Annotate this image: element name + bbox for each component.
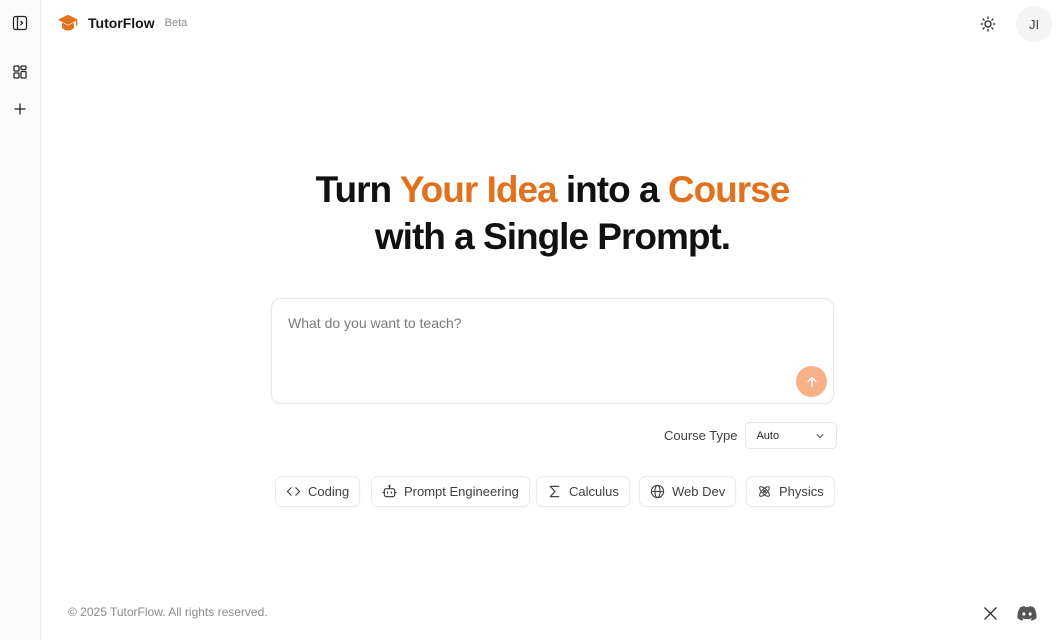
sidebar-toggle-button[interactable]	[8, 11, 32, 35]
course-type-label: Course Type	[664, 428, 738, 443]
atom-icon	[759, 486, 770, 497]
chip-label: Web Dev	[672, 484, 726, 499]
arrow-up-icon	[806, 376, 817, 387]
discord-link[interactable]	[1016, 603, 1038, 623]
globe-icon	[650, 484, 665, 499]
theme-toggle-button[interactable]	[976, 12, 1000, 36]
x-logo-icon	[983, 606, 997, 620]
app-name: TutorFlow	[88, 15, 155, 31]
suggestion-chips: Coding Prompt Engineering Calculus Web D…	[0, 476, 1064, 508]
sigma-icon	[549, 485, 560, 498]
grid-icon	[13, 65, 27, 79]
chip-label: Calculus	[569, 484, 619, 499]
course-type-select[interactable]: Auto	[745, 422, 838, 449]
hero-headline: Turn Your Idea into a Course with a Sing…	[41, 166, 1064, 260]
hero-text: into a	[556, 169, 668, 210]
chevron-down-icon	[816, 433, 824, 438]
chip-label: Coding	[308, 484, 350, 499]
hero-text: Turn	[315, 169, 400, 210]
plus-icon	[14, 103, 26, 115]
header: TutorFlow Beta JI	[41, 0, 1064, 48]
avatar[interactable]: JI	[1016, 6, 1052, 42]
prompt-box	[271, 298, 834, 404]
chip-physics[interactable]: Physics	[746, 476, 835, 507]
chip-web-dev[interactable]: Web Dev	[639, 476, 737, 507]
hero-line-1: Turn Your Idea into a Course	[41, 166, 1064, 213]
chip-label: Prompt Engineering	[404, 484, 519, 499]
beta-badge: Beta	[164, 17, 188, 29]
x-link[interactable]	[980, 603, 1000, 623]
new-course-button[interactable]	[8, 97, 32, 121]
sun-icon	[980, 16, 996, 32]
course-type-value: Auto	[756, 429, 780, 442]
robot-icon	[382, 484, 397, 498]
chip-calculus[interactable]: Calculus	[536, 476, 630, 507]
chip-label: Physics	[779, 484, 824, 499]
sidebar	[0, 0, 41, 640]
prompt-input[interactable]	[288, 315, 817, 331]
send-button[interactable]	[796, 366, 827, 397]
course-type: Course Type Auto	[664, 422, 838, 449]
chip-prompt-engineering[interactable]: Prompt Engineering	[371, 476, 530, 507]
graduation-cap-icon	[57, 12, 79, 34]
hero-accent-idea: Your Idea	[399, 169, 558, 210]
discord-icon	[1017, 605, 1037, 621]
code-icon	[286, 487, 301, 496]
sidebar-toggle-icon	[12, 15, 28, 31]
chip-coding[interactable]: Coding	[275, 476, 361, 507]
dashboard-button[interactable]	[8, 60, 32, 84]
hero-accent-course: Course	[667, 169, 790, 210]
hero-line-2: with a Single Prompt.	[374, 216, 731, 257]
footer-copyright: © 2025 TutorFlow. All rights reserved.	[68, 605, 268, 619]
brand[interactable]: TutorFlow Beta	[57, 12, 187, 34]
